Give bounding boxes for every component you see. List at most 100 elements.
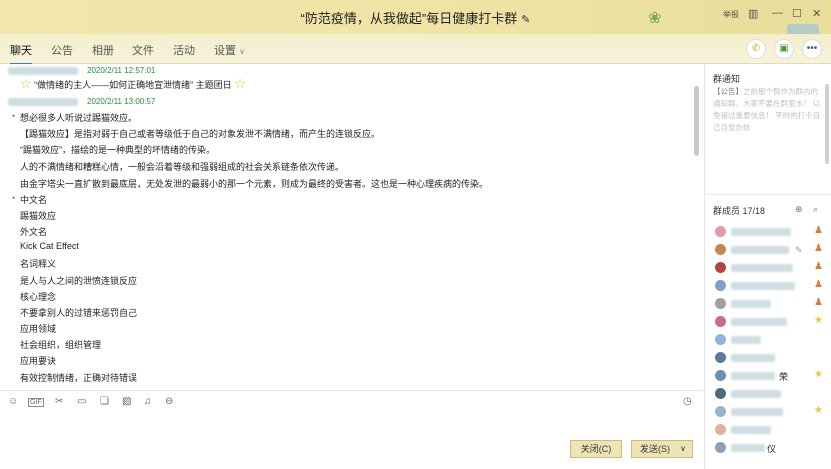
tab-settings-label: 设置 [214, 45, 236, 57]
more-icon[interactable]: ••• [802, 39, 822, 59]
member-name [731, 228, 791, 236]
chat-area: 2020/2/11 12:57:01 ☆ “做情绪的主人——如何正确地宣泄情绪”… [0, 64, 703, 390]
tab-album[interactable]: 相册 [92, 42, 114, 58]
window-title: “防范疫情，从我做起”每日健康打卡群 ✎ [0, 8, 831, 27]
member-item[interactable] [715, 422, 825, 438]
tab-activities[interactable]: 活动 [173, 42, 195, 58]
message-line: “踢猫效应”，描绘的是一种典型的坏情绪的传染。 [20, 145, 215, 155]
avatar [715, 316, 726, 327]
chat-scrollbar[interactable] [694, 66, 700, 388]
avatar [715, 226, 726, 237]
send-button[interactable]: 发送(S) ∨ [631, 440, 693, 458]
folder-icon[interactable]: ▭ [77, 396, 86, 407]
member-name [731, 336, 761, 344]
avatar [715, 370, 726, 381]
member-item[interactable]: ♟ [715, 278, 825, 294]
minimize-icon[interactable]: — [772, 7, 783, 19]
file-icon[interactable]: ❏ [100, 396, 109, 407]
member-item[interactable]: ♟ [715, 224, 825, 240]
admin-icon: ♟ [814, 279, 823, 290]
title-bar: ❀ “防范疫情，从我做起”每日健康打卡群 ✎ 举报 ▥ — ☐ ✕ [0, 0, 831, 40]
input-toolbar: ☺ GIF ✂ ▭ ❏ ▨ ♫ ⊖ ◷ [0, 390, 703, 414]
report-link[interactable]: 举报 [723, 9, 739, 20]
right-sidebar: 群通知 【公告】之前那个群作为群内的通知群，大家不要在群里水！ 以免错过重要信息… [704, 64, 831, 469]
edit-name-icon[interactable]: ✎ [521, 14, 530, 26]
avatar [715, 334, 726, 345]
scissors-icon[interactable]: ✂ [55, 396, 63, 407]
avatar [715, 424, 726, 435]
member-item[interactable]: ✎ ♟ [715, 242, 825, 258]
list-item: 名词释义 [20, 259, 57, 269]
member-name [731, 372, 775, 380]
avatar [715, 442, 726, 453]
member-name-fragment: 仪 [767, 444, 777, 454]
search-member-icon[interactable]: ⌕ [813, 204, 818, 215]
message-timestamp: 2020/2/11 12:57:01 [87, 66, 156, 75]
list-item: 核心理念 [20, 292, 57, 302]
history-clock-icon[interactable]: ◷ [683, 396, 692, 407]
sender-name [8, 98, 78, 106]
member-item[interactable]: ♟ [715, 260, 825, 276]
image-icon[interactable]: ▨ [122, 396, 131, 407]
system-message: ☆ “做情绪的主人——如何正确地宣泄情绪” 主题团日 ☆ [20, 76, 246, 92]
message-timestamp: 2020/2/11 13:00:57 [87, 97, 156, 106]
members-title: 群成员 17/18 [713, 206, 766, 216]
notice-title[interactable]: 群通知 [713, 72, 740, 85]
tab-announcement[interactable]: 公告 [51, 42, 73, 58]
sender-name [8, 67, 78, 75]
list-item: 外文名 [20, 227, 48, 237]
member-item[interactable]: ★ [715, 404, 825, 420]
admin-icon: ♟ [814, 225, 823, 236]
member-item[interactable]: 仪 [715, 440, 825, 456]
member-name [731, 408, 783, 416]
member-name [731, 426, 771, 434]
member-name [731, 354, 775, 362]
owner-star-icon: ★ [814, 369, 823, 380]
send-button-label: 发送(S) [640, 444, 670, 454]
message-line: 【踢猫效应】是指对弱于自己或者等级低于自己的对象发泄不满情绪，而产生的连锁反应。 [20, 129, 381, 139]
member-name-fragment: 荣 [779, 372, 789, 382]
avatar [715, 262, 726, 273]
member-item[interactable]: ♟ [715, 296, 825, 312]
list-item: 中文名 [12, 193, 47, 206]
close-icon[interactable]: ✕ [812, 7, 821, 20]
member-name [731, 246, 789, 254]
scrollbar-thumb[interactable] [694, 86, 699, 156]
list-item: 应用领域 [20, 324, 57, 334]
admin-icon: ♟ [814, 297, 823, 308]
member-name [731, 282, 795, 290]
tab-chat[interactable]: 聊天 [10, 42, 32, 65]
owner-star-icon: ★ [814, 405, 823, 416]
bell-icon[interactable]: ♫ [144, 396, 152, 407]
member-name [731, 264, 793, 272]
member-item[interactable]: 荣 ★ [715, 368, 825, 384]
send-options-icon[interactable]: ∨ [680, 441, 686, 457]
phone-icon[interactable]: ✆ [746, 39, 766, 59]
list-item: 是人与人之间的泄愤连锁反应 [20, 276, 138, 286]
member-item[interactable]: ★ [715, 314, 825, 330]
gif-icon[interactable]: GIF [28, 398, 44, 407]
notice-scrollbar[interactable] [825, 84, 829, 164]
member-name [731, 300, 771, 308]
avatar [715, 352, 726, 363]
member-item[interactable] [715, 350, 825, 366]
member-item[interactable] [715, 386, 825, 402]
notice-content[interactable]: 【公告】之前那个群作为群内的通知群，大家不要在群里水！ 以免错过重要信息！ 平时… [713, 86, 823, 134]
list-item: 应用要诀 [20, 356, 57, 366]
group-name: “防范疫情，从我做起”每日健康打卡群 [300, 11, 518, 26]
tab-settings[interactable]: 设置 ∨ [214, 42, 245, 58]
star-icon: ☆ [234, 76, 246, 91]
add-member-icon[interactable]: ⊕ [795, 204, 803, 215]
close-button[interactable]: 关闭(C) [570, 440, 622, 458]
member-item[interactable] [715, 332, 825, 348]
maximize-icon[interactable]: ☐ [792, 7, 802, 20]
more-tools-icon[interactable]: ⊖ [165, 396, 173, 407]
avatar [715, 406, 726, 417]
screen-share-icon[interactable]: ▣ [774, 39, 794, 59]
chevron-down-icon: ∨ [239, 47, 245, 56]
edit-icon[interactable]: ✎ [795, 245, 803, 256]
tab-files[interactable]: 文件 [132, 42, 154, 58]
avatar [715, 244, 726, 255]
skin-icon[interactable]: ▥ [748, 7, 758, 20]
emoji-icon[interactable]: ☺ [8, 396, 18, 407]
